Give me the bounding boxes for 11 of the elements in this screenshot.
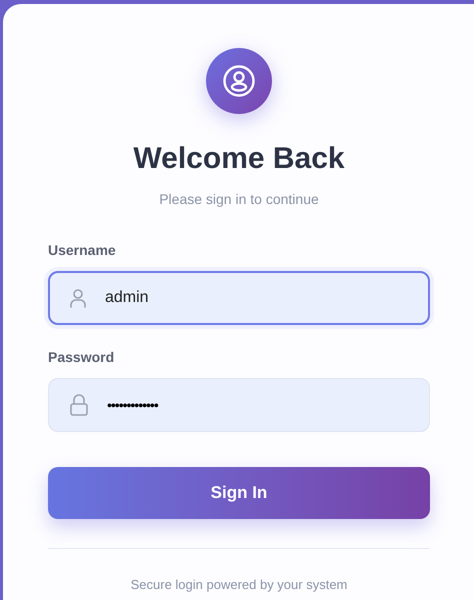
field-label: Password (48, 348, 116, 367)
sign-in-button[interactable]: Sign In (48, 467, 430, 519)
footer-note: Secure login powered by your system (130, 576, 348, 594)
lock-icon (69, 394, 89, 416)
user-circle-icon (222, 64, 256, 98)
username-field[interactable]: admin (48, 271, 430, 325)
welcome-title: Welcome Back (132, 141, 346, 177)
subtitle: Please sign in to continue (158, 190, 320, 209)
user-icon (69, 288, 87, 308)
password-field[interactable]: ••••••••••••• (48, 378, 430, 432)
field-label: Username (48, 241, 117, 260)
